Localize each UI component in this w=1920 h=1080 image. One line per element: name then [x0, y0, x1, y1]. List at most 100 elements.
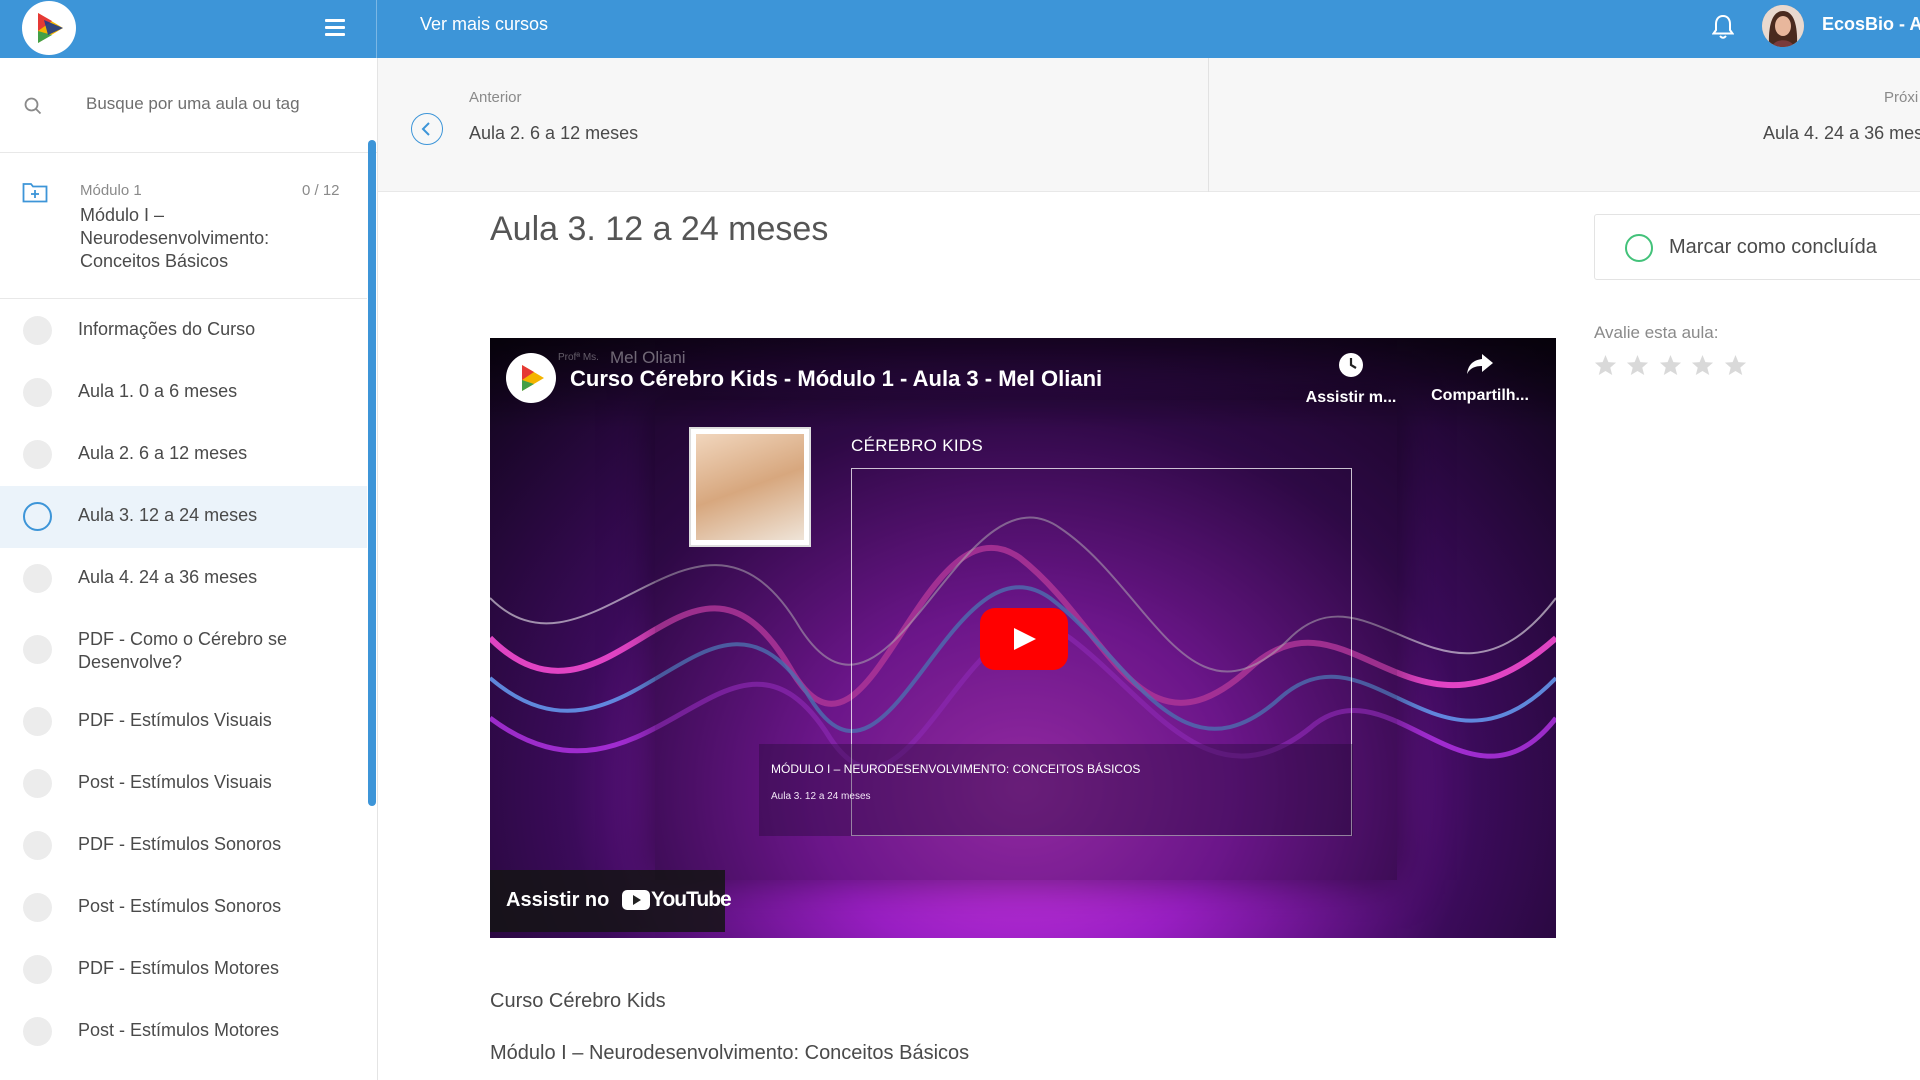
- top-bar-left: [0, 0, 377, 58]
- lesson-status-dot: [23, 831, 52, 860]
- nav-divider: [1208, 58, 1209, 192]
- child-photo: [689, 427, 811, 547]
- share-arrow-icon: [1467, 354, 1493, 374]
- lesson-label: PDF - Estímulos Motores: [78, 958, 280, 978]
- lesson-item[interactable]: Aula 2. 6 a 12 meses: [0, 424, 367, 486]
- search-input[interactable]: [86, 94, 356, 114]
- sidebar: Módulo 1 0 / 12 Módulo I – Neurodesenvol…: [0, 58, 378, 1080]
- sidebar-scrollbar[interactable]: [368, 140, 376, 806]
- hamburger-menu-icon[interactable]: [325, 19, 345, 37]
- clock-icon: [1339, 353, 1363, 377]
- card-brand: CÉREBRO KIDS: [851, 436, 984, 455]
- share-button[interactable]: Compartilh...: [1420, 352, 1540, 405]
- mark-complete-button[interactable]: Marcar como concluída: [1594, 214, 1920, 280]
- lesson-label: Informações do Curso: [78, 319, 256, 339]
- folder-plus-icon: [22, 183, 48, 203]
- top-bar: Ver mais cursos EcosBio - An: [0, 0, 1920, 58]
- previous-label: Anterior: [469, 89, 522, 106]
- user-name[interactable]: EcosBio - An: [1822, 14, 1920, 35]
- lesson-label: PDF - Como o Cérebro se Desenvolve?: [78, 629, 288, 672]
- app-logo[interactable]: [22, 1, 76, 55]
- channel-subtitle: Profª Ms.: [558, 352, 599, 363]
- lesson-title: Aula 3. 12 a 24 meses: [490, 210, 829, 248]
- play-icon: [1014, 628, 1036, 650]
- description-line-1: Curso Cérebro Kids: [490, 990, 666, 1012]
- description-line-2: Módulo I – Neurodesenvolvimento: Conceit…: [490, 1042, 970, 1064]
- lesson-label: Aula 4. 24 a 36 meses: [78, 567, 258, 587]
- module-header[interactable]: Módulo 1 0 / 12 Módulo I – Neurodesenvol…: [0, 153, 367, 299]
- star-icon[interactable]: [1626, 354, 1649, 381]
- mark-complete-label: Marcar como concluída: [1669, 236, 1877, 258]
- lesson-label: Aula 1. 0 a 6 meses: [78, 381, 238, 401]
- play-triangle-logo-icon: [522, 365, 544, 391]
- card-lesson-caption: Aula 3. 12 a 24 meses: [771, 791, 871, 802]
- star-rating: [1594, 354, 1752, 381]
- next-label: Próxi: [1884, 89, 1919, 106]
- more-courses-link[interactable]: Ver mais cursos: [420, 14, 548, 35]
- star-icon[interactable]: [1724, 354, 1747, 381]
- lesson-item[interactable]: PDF - Estímulos Visuais: [0, 691, 367, 753]
- lesson-item[interactable]: PDF - Estímulos Sonoros: [0, 815, 367, 877]
- video-player[interactable]: CÉREBRO KIDS MÓDULO I – NEURODESENVOLVIM…: [490, 338, 1556, 938]
- youtube-logo-icon: [622, 890, 650, 910]
- lesson-navigation: Anterior Aula 2. 6 a 12 meses Próxi Aula…: [378, 58, 1920, 192]
- lesson-item[interactable]: Aula 4. 24 a 36 meses: [0, 548, 367, 610]
- watch-later-button[interactable]: Assistir m...: [1296, 352, 1406, 407]
- video-title[interactable]: Curso Cérebro Kids - Módulo 1 - Aula 3 -…: [570, 366, 1102, 392]
- module-title: Módulo I – Neurodesenvolvimento: Conceit…: [80, 205, 270, 271]
- lesson-item[interactable]: Post - Estímulos Sonoros: [0, 877, 367, 939]
- previous-lesson-title[interactable]: Aula 2. 6 a 12 meses: [469, 123, 638, 144]
- search-icon: [24, 97, 42, 115]
- chevron-left-icon: [421, 122, 430, 136]
- lesson-status-dot: [23, 440, 52, 469]
- search-bar: [0, 58, 377, 153]
- star-icon[interactable]: [1691, 354, 1714, 381]
- lesson-status-dot: [23, 955, 52, 984]
- lesson-label: PDF - Estímulos Visuais: [78, 710, 272, 730]
- user-avatar[interactable]: [1762, 5, 1804, 47]
- watch-on-youtube-button[interactable]: Assistir no YouTube: [490, 870, 732, 932]
- lesson-label: Post - Estímulos Sonoros: [78, 896, 282, 916]
- star-icon[interactable]: [1594, 354, 1617, 381]
- next-lesson-title[interactable]: Aula 4. 24 a 36 mes: [1763, 123, 1920, 144]
- rate-label: Avalie esta aula:: [1594, 323, 1719, 342]
- module-progress-count: 0 / 12: [302, 182, 340, 199]
- lesson-item[interactable]: Post - Estímulos Motores: [0, 1001, 367, 1063]
- watch-later-label: Assistir m...: [1305, 389, 1397, 406]
- lesson-label: Aula 3. 12 a 24 meses: [78, 505, 258, 525]
- lesson-item-active[interactable]: Aula 3. 12 a 24 meses: [0, 486, 367, 548]
- complete-circle-icon: [1625, 234, 1653, 262]
- lesson-status-dot: [23, 378, 52, 407]
- youtube-wordmark: YouTube: [651, 888, 732, 911]
- previous-lesson-button[interactable]: [411, 113, 443, 145]
- watch-on-label: Assistir no: [506, 889, 610, 911]
- lesson-status-dot: [23, 1017, 52, 1046]
- lesson-label: Post - Estímulos Motores: [78, 1020, 280, 1040]
- module-number: Módulo 1: [80, 182, 142, 199]
- play-button[interactable]: [980, 608, 1068, 670]
- lesson-status-dot: [23, 707, 52, 736]
- channel-logo[interactable]: [506, 353, 556, 403]
- lesson-item[interactable]: PDF - Estímulos Motores: [0, 939, 367, 1001]
- play-triangle-logo-icon: [38, 13, 63, 43]
- card-caption-box: [759, 744, 1353, 836]
- lesson-list: Informações do Curso Aula 1. 0 a 6 meses…: [0, 300, 367, 1063]
- lesson-status-dot: [23, 316, 52, 345]
- star-icon[interactable]: [1659, 354, 1682, 381]
- channel-name: Mel Oliani: [610, 348, 686, 367]
- lesson-label: Aula 2. 6 a 12 meses: [78, 443, 248, 463]
- lesson-item[interactable]: Post - Estímulos Visuais: [0, 753, 367, 815]
- card-module-caption: MÓDULO I – NEURODESENVOLVIMENTO: CONCEIT…: [771, 762, 1141, 776]
- lesson-item[interactable]: PDF - Como o Cérebro se Desenvolve?: [0, 610, 367, 691]
- lesson-label: Post - Estímulos Visuais: [78, 772, 272, 792]
- lesson-status-dot: [23, 635, 52, 664]
- share-label: Compartilh...: [1431, 387, 1529, 404]
- lesson-status-dot: [23, 564, 52, 593]
- lesson-status-dot: [23, 893, 52, 922]
- lesson-item[interactable]: Informações do Curso: [0, 300, 367, 362]
- lesson-item[interactable]: Aula 1. 0 a 6 meses: [0, 362, 367, 424]
- lesson-status-dot: [23, 502, 52, 531]
- lesson-status-dot: [23, 769, 52, 798]
- lesson-label: PDF - Estímulos Sonoros: [78, 834, 282, 854]
- bell-icon[interactable]: [1711, 14, 1735, 45]
